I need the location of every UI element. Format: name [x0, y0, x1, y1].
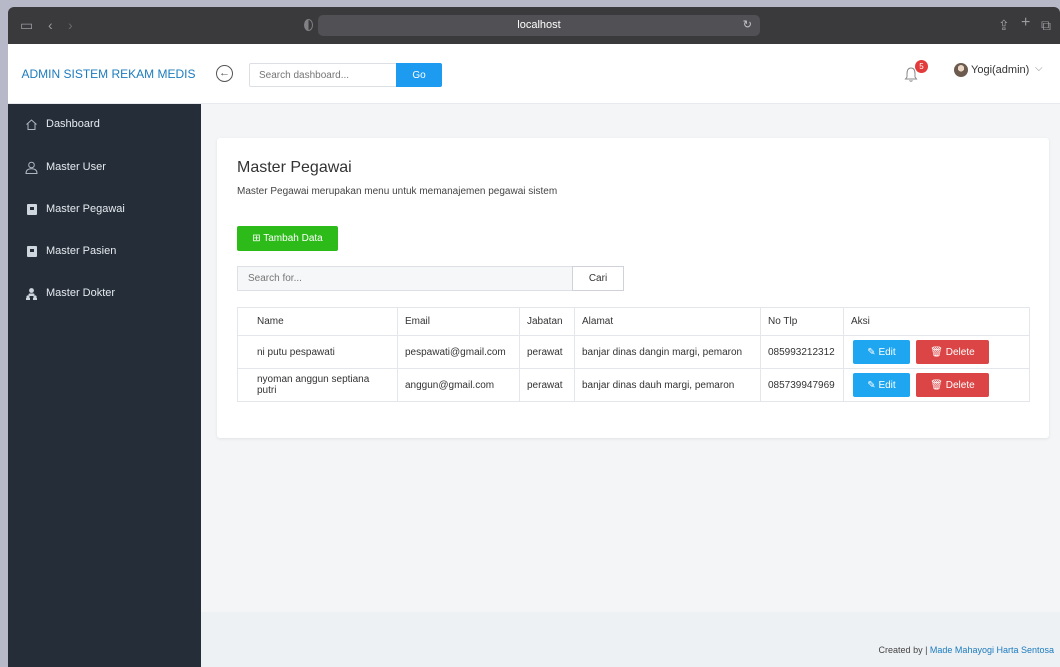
notification-badge: 5 — [915, 60, 928, 73]
edit-button[interactable]: ✎ Edit — [853, 340, 910, 364]
avatar[interactable] — [954, 63, 968, 77]
sidebar-item-label: Dashboard — [46, 118, 100, 130]
column-header-no-tlp: No Tlp — [760, 307, 844, 336]
reload-icon[interactable]: ↻ — [743, 15, 752, 36]
table-search-input[interactable] — [237, 266, 572, 291]
address-bar-url: localhost — [517, 19, 561, 31]
edit-button[interactable]: ✎ Edit — [853, 373, 910, 397]
privacy-shield-icon[interactable] — [304, 19, 313, 31]
sidebar-toggle-icon[interactable]: ▭ — [20, 17, 33, 33]
search-button[interactable]: Cari — [572, 266, 624, 291]
sidebar-item-master-dokter[interactable]: Master Dokter — [8, 275, 201, 313]
footer-prefix: Created by | — [878, 645, 930, 655]
cell-jabatan: perawat — [519, 368, 575, 402]
share-icon[interactable]: ⇪ — [998, 17, 1010, 33]
address-book-icon — [27, 204, 37, 215]
sidebar-item-master-pasien[interactable]: Master Pasien — [8, 233, 201, 271]
column-header-aksi: Aksi — [843, 307, 1030, 336]
collapse-sidebar-icon[interactable]: ← — [216, 65, 233, 82]
cell-jabatan: perawat — [519, 335, 575, 369]
sidebar-item-label: Master Dokter — [46, 287, 116, 299]
content-card: Master Pegawai Master Pegawai merupakan … — [217, 138, 1049, 438]
cell-name: ni putu pespawati — [237, 335, 398, 369]
cell-alamat: banjar dinas dauh margi, pemaron — [574, 368, 761, 402]
dashboard-search-input[interactable] — [249, 63, 396, 87]
sidebar-item-master-user[interactable]: Master User — [8, 149, 201, 187]
brand-title[interactable]: ADMIN SISTEM REKAM MEDIS — [8, 44, 209, 104]
cell-name: nyoman anggun septiana putri — [237, 368, 398, 402]
cell-email: pespawati@gmail.com — [397, 335, 520, 369]
sidebar-item-dashboard[interactable]: Dashboard — [8, 106, 201, 144]
user-menu-label[interactable]: Yogi(admin) — [971, 64, 1029, 76]
user-icon — [25, 161, 38, 174]
sidebar-item-master-pegawai[interactable]: Master Pegawai — [8, 191, 201, 229]
app-header: ADMIN SISTEM REKAM MEDIS ← Go 5 Yogi(adm… — [8, 44, 1060, 104]
page-title: Master Pegawai — [237, 159, 352, 176]
footer: Created by | Made Mahayogi Harta Sentosa — [201, 612, 1060, 667]
employee-table: Name Email Jabatan Alamat No Tlp Aksi ni… — [237, 307, 1030, 402]
tabs-overview-icon[interactable]: ⧉ — [1041, 17, 1051, 33]
address-book-icon — [27, 246, 37, 257]
sidebar: Dashboard Master User Master Pegawai Mas… — [8, 104, 201, 667]
delete-button[interactable]: 🗑 Delete — [916, 340, 989, 364]
table-row: nyoman anggun septiana putri anggun@gmai… — [237, 368, 1030, 402]
footer-author-link[interactable]: Made Mahayogi Harta Sentosa — [930, 645, 1054, 655]
cell-no-tlp: 085739947969 — [760, 368, 844, 402]
sidebar-item-label: Master Pegawai — [46, 203, 125, 215]
search-go-button[interactable]: Go — [396, 63, 442, 87]
delete-button[interactable]: 🗑 Delete — [916, 373, 989, 397]
main-content: Master Pegawai Master Pegawai merupakan … — [201, 104, 1060, 667]
table-row: ni putu pespawati pespawati@gmail.com pe… — [237, 335, 1030, 369]
sidebar-item-label: Master Pasien — [46, 245, 117, 257]
cell-no-tlp: 085993212312 — [760, 335, 844, 369]
address-bar[interactable]: localhost ↻ — [318, 15, 760, 36]
cell-email: anggun@gmail.com — [397, 368, 520, 402]
cell-alamat: banjar dinas dangin margi, pemaron — [574, 335, 761, 369]
page-subtitle: Master Pegawai merupakan menu untuk mema… — [237, 186, 558, 197]
column-header-email: Email — [397, 307, 520, 336]
cell-aksi: ✎ Edit 🗑 Delete — [843, 335, 1030, 369]
footer-credit: Created by | Made Mahayogi Harta Sentosa — [879, 645, 1054, 655]
sidebar-item-label: Master User — [46, 161, 106, 173]
home-icon — [25, 118, 38, 131]
browser-toolbar: ▭ ‹ › localhost ↻ ⇪ + ⧉ — [8, 7, 1060, 44]
column-header-name: Name — [237, 307, 398, 336]
column-header-jabatan: Jabatan — [519, 307, 575, 336]
back-arrow-icon[interactable]: ‹ — [48, 17, 53, 33]
new-tab-icon[interactable]: + — [1021, 15, 1030, 31]
add-data-button[interactable]: ⊞ Tambah Data — [237, 226, 338, 251]
cell-aksi: ✎ Edit 🗑 Delete — [843, 368, 1030, 402]
chevron-down-icon[interactable]: ⌵ — [1035, 63, 1043, 74]
users-icon — [25, 287, 38, 300]
forward-arrow-icon[interactable]: › — [68, 17, 73, 33]
column-header-alamat: Alamat — [574, 307, 761, 336]
table-header-row: Name Email Jabatan Alamat No Tlp Aksi — [237, 307, 1030, 336]
